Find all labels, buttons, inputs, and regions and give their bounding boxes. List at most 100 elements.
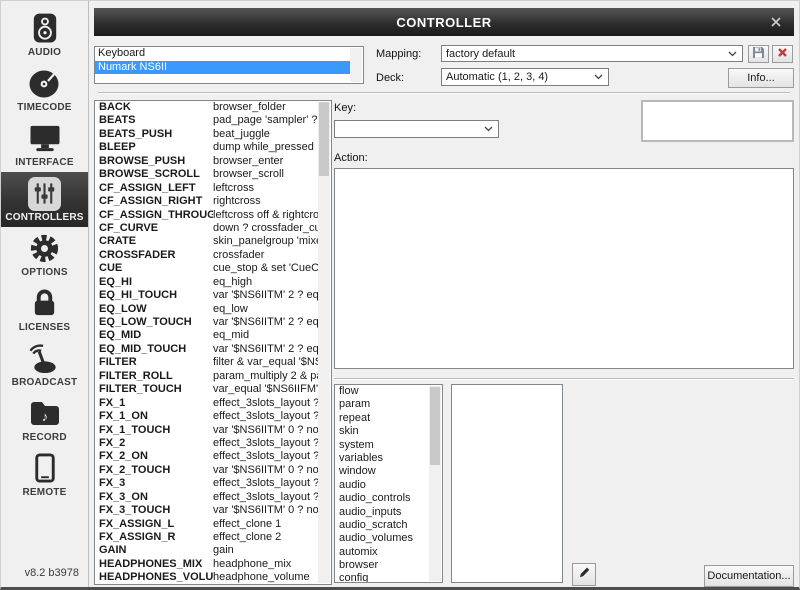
category-row[interactable]: window bbox=[335, 465, 429, 478]
category-row[interactable]: audio bbox=[335, 479, 429, 492]
category-row[interactable]: automix bbox=[335, 546, 429, 559]
mapping-row[interactable]: EQ_HI_TOUCHvar '$NS6IITM' 2 ? eq_h bbox=[95, 289, 318, 302]
key-select[interactable] bbox=[334, 120, 499, 138]
mapping-row[interactable]: HEADPHONES_VOLUMEheadphone_volume bbox=[95, 571, 318, 584]
mapping-row[interactable]: CUEcue_stop & set 'CueOn' bbox=[95, 262, 318, 275]
mapping-action: down ? crossfader_curve bbox=[213, 222, 318, 235]
edit-action-button[interactable] bbox=[572, 563, 596, 586]
mapping-label: Mapping: bbox=[376, 48, 421, 60]
sidebar-item-label: BROADCAST bbox=[12, 377, 78, 388]
mapping-key: FX_1 bbox=[95, 397, 213, 410]
mapping-row[interactable]: CF_ASSIGN_THROUGHleftcross off & rightcr… bbox=[95, 209, 318, 222]
mapping-row[interactable]: FILTER_TOUCHvar_equal '$NS6IIFM' 2 bbox=[95, 383, 318, 396]
mapping-row[interactable]: CF_CURVEdown ? crossfader_curve bbox=[95, 222, 318, 235]
mapping-row[interactable]: EQ_MIDeq_mid bbox=[95, 329, 318, 342]
category-row[interactable]: repeat bbox=[335, 412, 429, 425]
category-row[interactable]: flow bbox=[335, 385, 429, 398]
key-mapping-list[interactable]: BACKbrowser_folderBEATSpad_page 'sampler… bbox=[94, 100, 332, 585]
mapping-row[interactable]: FX_1_TOUCHvar '$NS6IITM' 0 ? noth bbox=[95, 424, 318, 437]
category-row[interactable]: skin bbox=[335, 425, 429, 438]
sidebar-item-interface[interactable]: INTERFACE bbox=[1, 117, 88, 172]
category-row[interactable]: audio_controls bbox=[335, 492, 429, 505]
sidebar-item-controllers[interactable]: CONTROLLERS bbox=[1, 172, 88, 227]
category-scrollbar[interactable] bbox=[429, 386, 441, 581]
action-sub-list[interactable] bbox=[451, 384, 563, 583]
sidebar-item-audio[interactable]: AUDIO bbox=[1, 7, 88, 62]
vinyl-icon bbox=[27, 67, 63, 101]
mapping-key: HEADPHONES_VOLUME bbox=[95, 571, 213, 584]
mapping-select[interactable]: factory default bbox=[441, 45, 743, 62]
mapping-key: FILTER_TOUCH bbox=[95, 383, 213, 396]
mapping-row[interactable]: GAINgain bbox=[95, 544, 318, 557]
mapping-row[interactable]: FX_2_ONeffect_3slots_layout ? bbox=[95, 450, 318, 463]
mapping-row[interactable]: EQ_LOW_TOUCHvar '$NS6IITM' 2 ? eq_l bbox=[95, 316, 318, 329]
sidebar-item-label: CONTROLLERS bbox=[5, 212, 83, 223]
device-row[interactable]: Numark NS6II bbox=[95, 61, 350, 75]
sidebar-item-options[interactable]: OPTIONS bbox=[1, 227, 88, 282]
category-row[interactable]: system bbox=[335, 439, 429, 452]
category-row[interactable]: audio_inputs bbox=[335, 506, 429, 519]
mapping-row[interactable]: CRATEskin_panelgroup 'mixer' bbox=[95, 235, 318, 248]
mapping-action: effect_3slots_layout ? bbox=[213, 450, 318, 463]
mapping-row[interactable]: CROSSFADERcrossfader bbox=[95, 249, 318, 262]
controller-dialog: AUDIOTIMECODEINTERFACE CONTROLLERS OPTIONS… bbox=[0, 0, 800, 590]
sidebar-item-remote[interactable]: REMOTE bbox=[1, 447, 88, 502]
mapping-row[interactable]: FILTERfilter & var_equal '$NS6 bbox=[95, 356, 318, 369]
save-mapping-button[interactable] bbox=[748, 45, 769, 63]
info-button[interactable]: Info... bbox=[728, 68, 794, 88]
mapping-key: CRATE bbox=[95, 235, 213, 248]
mapping-key: FX_3 bbox=[95, 477, 213, 490]
category-row[interactable]: audio_scratch bbox=[335, 519, 429, 532]
mapping-row[interactable]: CF_ASSIGN_LEFTleftcross bbox=[95, 182, 318, 195]
close-icon[interactable] bbox=[768, 14, 784, 30]
device-list-scrollbar[interactable] bbox=[350, 48, 362, 82]
mapping-row[interactable]: EQ_HIeq_high bbox=[95, 276, 318, 289]
category-row[interactable]: browser bbox=[335, 559, 429, 572]
category-row[interactable]: config bbox=[335, 572, 429, 583]
mapping-row[interactable]: CF_ASSIGN_RIGHTrightcross bbox=[95, 195, 318, 208]
category-row[interactable]: audio_volumes bbox=[335, 532, 429, 545]
mapping-row[interactable]: BROWSE_SCROLLbrowser_scroll bbox=[95, 168, 318, 181]
mapping-row[interactable]: BACKbrowser_folder bbox=[95, 101, 318, 114]
action-category-list[interactable]: flowparamrepeatskinsystemvariableswindow… bbox=[334, 384, 443, 583]
deck-select[interactable]: Automatic (1, 2, 3, 4) bbox=[441, 68, 609, 86]
device-list[interactable]: KeyboardNumark NS6II bbox=[94, 46, 364, 84]
key-mapping-scrollbar[interactable] bbox=[318, 102, 330, 583]
mapping-row[interactable]: EQ_LOWeq_low bbox=[95, 303, 318, 316]
mapping-row[interactable]: FX_1_ONeffect_3slots_layout ? bbox=[95, 410, 318, 423]
sidebar-item-licenses[interactable]: LICENSES bbox=[1, 282, 88, 337]
mapping-row[interactable]: BEATS_PUSHbeat_juggle bbox=[95, 128, 318, 141]
mapping-key: BACK bbox=[95, 101, 213, 114]
sidebar-item-timecode[interactable]: TIMECODE bbox=[1, 62, 88, 117]
mapping-row[interactable]: FX_3_TOUCHvar '$NS6IITM' 0 ? noth bbox=[95, 504, 318, 517]
mapping-action: param_multiply 2 & par bbox=[213, 370, 318, 383]
mapping-action: crossfader bbox=[213, 249, 318, 262]
mapping-row[interactable]: EQ_MID_TOUCHvar '$NS6IITM' 2 ? eq_m bbox=[95, 343, 318, 356]
action-label: Action: bbox=[334, 152, 368, 164]
mapping-row[interactable]: FILTER_ROLLparam_multiply 2 & par bbox=[95, 370, 318, 383]
mapping-row[interactable]: FX_3_ONeffect_3slots_layout ? bbox=[95, 491, 318, 504]
mapping-row[interactable]: BROWSE_PUSHbrowser_enter bbox=[95, 155, 318, 168]
mapping-action: eq_mid bbox=[213, 329, 318, 342]
action-textarea[interactable] bbox=[334, 168, 794, 369]
mapping-key: FX_2 bbox=[95, 437, 213, 450]
scrollbar-thumb[interactable] bbox=[319, 102, 329, 176]
mapping-row[interactable]: FX_2effect_3slots_layout ? bbox=[95, 437, 318, 450]
scrollbar-thumb[interactable] bbox=[430, 387, 440, 465]
device-row[interactable]: Keyboard bbox=[95, 47, 350, 61]
mapping-row[interactable]: HEADPHONES_MIXheadphone_mix bbox=[95, 558, 318, 571]
mapping-row[interactable]: FX_1effect_3slots_layout ? bbox=[95, 397, 318, 410]
mapping-row[interactable]: FX_3effect_3slots_layout ? bbox=[95, 477, 318, 490]
category-row[interactable]: param bbox=[335, 398, 429, 411]
mapping-row[interactable]: FX_ASSIGN_Leffect_clone 1 bbox=[95, 518, 318, 531]
mapping-row[interactable]: FX_ASSIGN_Reffect_clone 2 bbox=[95, 531, 318, 544]
mapping-row[interactable]: FX_2_TOUCHvar '$NS6IITM' 0 ? noth bbox=[95, 464, 318, 477]
category-row[interactable]: variables bbox=[335, 452, 429, 465]
sidebar-item-broadcast[interactable]: BROADCAST bbox=[1, 337, 88, 392]
mapping-key: EQ_HI bbox=[95, 276, 213, 289]
mapping-row[interactable]: BEATSpad_page 'sampler' ? bbox=[95, 114, 318, 127]
mapping-row[interactable]: BLEEPdump while_pressed bbox=[95, 141, 318, 154]
sidebar-item-record[interactable]: ♪RECORD bbox=[1, 392, 88, 447]
delete-mapping-button[interactable] bbox=[772, 45, 793, 63]
documentation-button[interactable]: Documentation... bbox=[704, 565, 794, 587]
